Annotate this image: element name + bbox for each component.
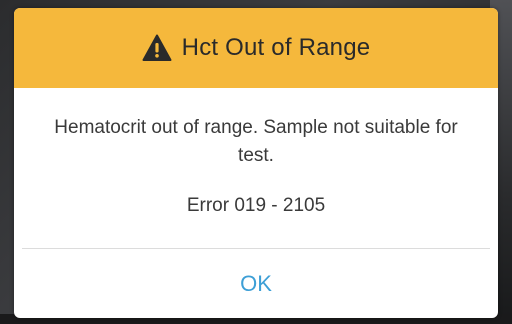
ok-button[interactable]: OK	[200, 263, 312, 305]
dialog-title: Hct Out of Range	[181, 34, 371, 61]
dialog-message: Hematocrit out of range. Sample not suit…	[54, 117, 458, 166]
alert-dialog: Hct Out of Range Hematocrit out of range…	[14, 8, 498, 318]
dialog-header: Hct Out of Range	[14, 8, 498, 88]
warning-icon	[142, 34, 172, 61]
error-code: Error 019 - 2105	[186, 195, 326, 216]
dialog-footer: OK	[14, 249, 498, 318]
dialog-body: Hematocrit out of range. Sample not suit…	[14, 88, 498, 248]
